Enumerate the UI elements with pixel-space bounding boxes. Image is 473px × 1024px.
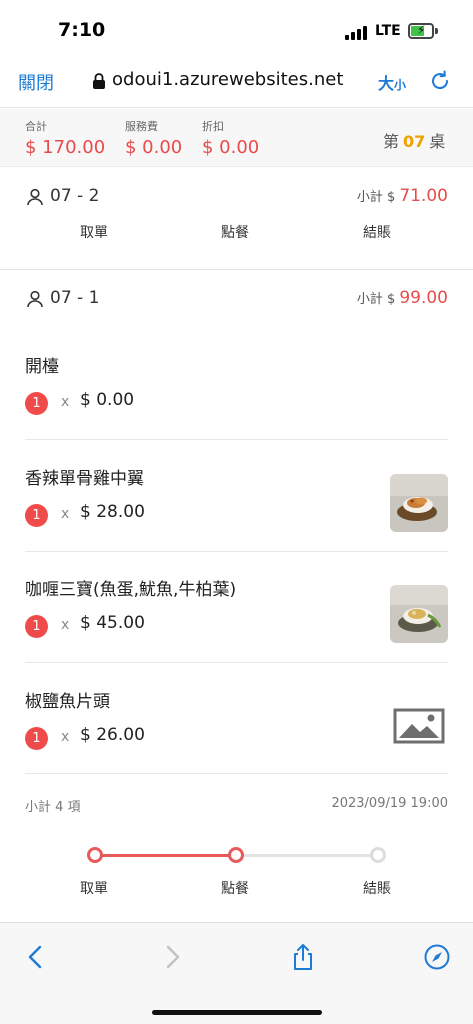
- battery-tip: [435, 28, 438, 34]
- table-number-label: 第 07 桌: [383, 128, 445, 152]
- progress-step-place-order[interactable]: 點餐: [221, 878, 249, 898]
- order-subtotal-label: 小計 $: [356, 190, 396, 205]
- service-charge-summary: 服務費 $ 0.00: [125, 118, 182, 158]
- item-price: $ 0.00: [80, 390, 135, 410]
- item-name: 香辣單骨雞中翼: [25, 469, 144, 489]
- order-id: 07 - 1: [50, 288, 100, 308]
- item-divider: [25, 439, 448, 440]
- status-time: 7:10: [58, 19, 106, 41]
- table-prefix: 第: [383, 132, 400, 151]
- times-sign: x: [61, 506, 70, 522]
- order-subtotal: 小計 $71.00: [357, 186, 448, 206]
- progress-fill: [95, 854, 237, 857]
- table-suffix: 桌: [429, 132, 446, 151]
- item-count: 小計 4 項: [25, 800, 81, 815]
- order-item[interactable]: 香辣單骨雞中翼 1 x $ 28.00: [0, 450, 473, 560]
- home-indicator: [152, 1010, 322, 1015]
- order-item[interactable]: 開檯 1 x $ 0.00: [0, 338, 473, 448]
- text-size-big-label: 大: [378, 74, 395, 93]
- item-name: 咖喱三寶(魚蛋,魷魚,牛柏葉): [25, 580, 237, 600]
- image-placeholder-icon: [390, 697, 448, 755]
- order-header[interactable]: 07 - 1 小計 $99.00: [0, 274, 473, 324]
- lock-icon: [93, 73, 105, 89]
- status-bar: 7:10 LTE ⚡: [0, 0, 473, 56]
- order-item[interactable]: 咖喱三寶(魚蛋,魷魚,牛柏葉) 1 x $ 45.00: [0, 561, 473, 671]
- item-name: 開檯: [25, 357, 59, 377]
- total-label: 合計: [25, 120, 47, 133]
- item-name: 椒鹽魚片頭: [25, 692, 110, 712]
- forward-arrow-icon[interactable]: [158, 943, 186, 971]
- progress-step-dot: [87, 847, 103, 863]
- total-summary: 合計 $ 170.00: [25, 118, 105, 158]
- order-subtotal: 小計 $99.00: [357, 288, 448, 308]
- order-actions: 取單 點餐 結賬: [0, 222, 473, 248]
- order-header[interactable]: 07 - 2 小計 $71.00: [0, 172, 473, 222]
- discount-value: $ 0.00: [202, 137, 260, 158]
- take-order-button[interactable]: 取單: [80, 222, 108, 242]
- times-sign: x: [61, 394, 70, 410]
- order-item[interactable]: 椒鹽魚片頭 1 x $ 26.00: [0, 673, 473, 783]
- food-photo: [390, 585, 448, 643]
- service-charge-value: $ 0.00: [125, 137, 183, 158]
- section-divider: [0, 269, 473, 270]
- browser-url-bar: 關閉 odoui1.azurewebsites.net 大小: [0, 56, 473, 108]
- url-address[interactable]: odoui1.azurewebsites.net: [112, 69, 343, 90]
- progress-step-dot: [370, 847, 386, 863]
- close-button[interactable]: 關閉: [18, 69, 54, 95]
- back-arrow-icon[interactable]: [22, 943, 50, 971]
- item-price: $ 26.00: [80, 725, 145, 745]
- person-icon: [27, 290, 43, 308]
- discount-label: 折扣: [202, 120, 224, 133]
- order-timestamp: 2023/09/19 19:00: [331, 796, 448, 811]
- checkout-button[interactable]: 結賬: [363, 222, 391, 242]
- share-icon[interactable]: [289, 943, 317, 971]
- quantity-badge: 1: [25, 615, 48, 638]
- quantity-badge: 1: [25, 392, 48, 415]
- table-number: 07: [403, 132, 426, 151]
- item-divider: [25, 773, 448, 774]
- progress-step-checkout[interactable]: 結賬: [363, 878, 391, 898]
- food-photo: [390, 474, 448, 532]
- text-size-button[interactable]: 大小: [378, 70, 406, 94]
- service-charge-label: 服務費: [125, 120, 158, 133]
- network-type: LTE: [375, 23, 401, 39]
- place-order-button[interactable]: 點餐: [221, 222, 249, 242]
- progress-step-dot: [228, 847, 244, 863]
- battery-icon: ⚡: [408, 23, 434, 39]
- times-sign: x: [61, 617, 70, 633]
- compass-icon[interactable]: [423, 943, 451, 971]
- item-price: $ 45.00: [80, 613, 145, 633]
- reload-icon[interactable]: [428, 69, 452, 93]
- times-sign: x: [61, 729, 70, 745]
- browser-toolbar: [0, 922, 473, 1024]
- order-summary: 小計 4 項 2023/09/19 19:00: [0, 790, 473, 820]
- discount-summary: 折扣 $ 0.00: [202, 118, 259, 158]
- order-subtotal-value: 71.00: [399, 186, 448, 206]
- item-price: $ 28.00: [80, 502, 145, 522]
- quantity-badge: 1: [25, 727, 48, 750]
- text-size-small-label: 小: [394, 78, 407, 92]
- item-divider: [25, 662, 448, 663]
- quantity-badge: 1: [25, 504, 48, 527]
- person-icon: [27, 188, 43, 206]
- progress-step-take-order[interactable]: 取單: [80, 878, 108, 898]
- signal-icon: [345, 26, 369, 40]
- item-divider: [25, 551, 448, 552]
- order-progress: 取單 點餐 結賬: [0, 842, 473, 902]
- order-subtotal-label: 小計 $: [356, 292, 396, 307]
- order-subtotal-value: 99.00: [399, 288, 448, 308]
- total-value: $ 170.00: [25, 137, 106, 158]
- totals-header: 合計 $ 170.00 服務費 $ 0.00 折扣 $ 0.00 第 07 桌: [0, 109, 473, 167]
- order-id: 07 - 2: [50, 186, 100, 206]
